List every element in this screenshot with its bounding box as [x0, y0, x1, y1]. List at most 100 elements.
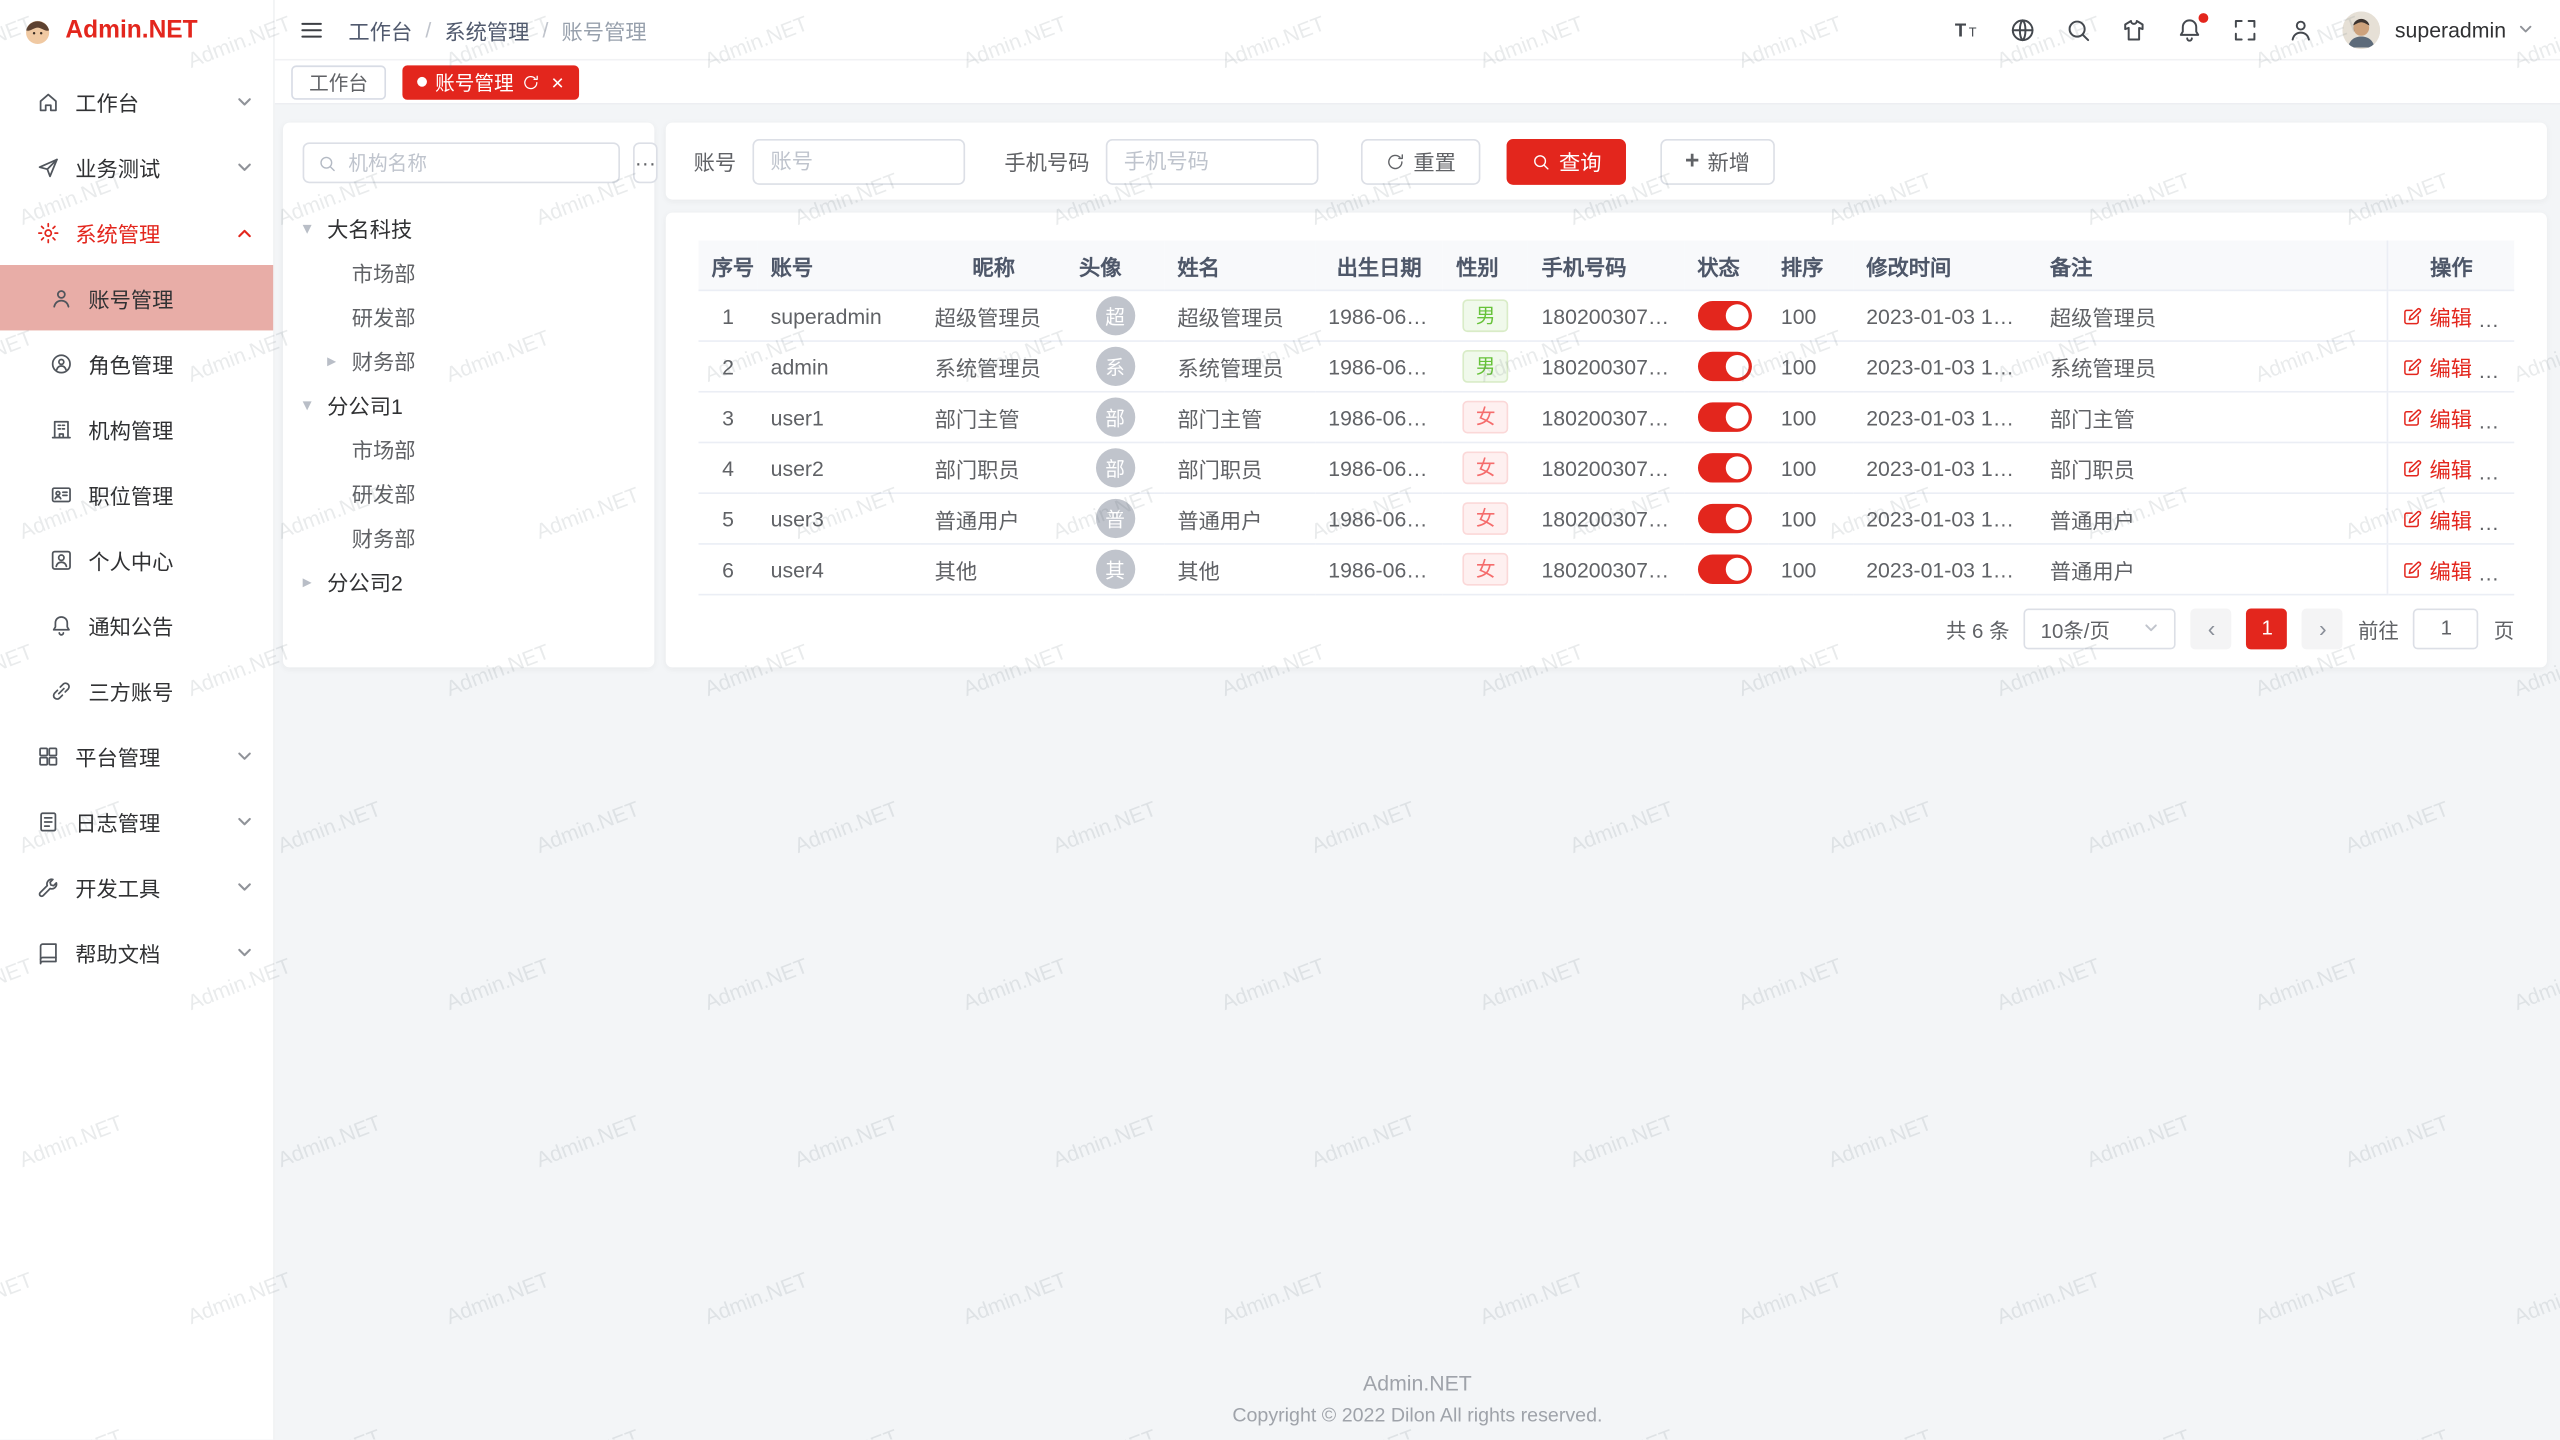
column-header[interactable]: 账号 [758, 240, 922, 290]
sidebar-item[interactable]: 机构管理 [0, 396, 273, 461]
org-search-input[interactable] [345, 150, 605, 176]
table-row[interactable]: 1 superadmin 超级管理员 超 超级管理员 1986-06-28 男 … [698, 290, 2514, 341]
reset-button[interactable]: 重置 [1361, 138, 1480, 184]
column-header[interactable]: 出生日期 [1315, 240, 1443, 290]
tree-caret-icon[interactable]: ▸ [327, 350, 352, 371]
status-toggle[interactable] [1697, 555, 1751, 584]
sidebar-item[interactable]: 三方账号 [0, 658, 273, 723]
edit-button[interactable]: 编辑 [2402, 503, 2472, 534]
column-header[interactable]: 状态 [1684, 240, 1768, 290]
tree-node[interactable]: 研发部 [303, 294, 635, 338]
tree-node[interactable]: 财务部 [303, 515, 635, 559]
table-row[interactable]: 2 admin 系统管理员 系 系统管理员 1986-06-28 男 18020… [698, 341, 2514, 392]
sidebar-item[interactable]: 角色管理 [0, 330, 273, 395]
tree-caret-icon[interactable]: ▸ [303, 571, 328, 592]
tree-caret-icon[interactable]: ▾ [303, 394, 328, 415]
tree-caret-icon[interactable]: ▾ [303, 218, 328, 239]
table-row[interactable]: 4 user2 部门职员 部 部门职员 1986-06-28 女 1802003… [698, 442, 2514, 493]
edit-button[interactable]: 编辑 [2402, 554, 2472, 585]
tree-node[interactable]: ▸ 财务部 [303, 339, 635, 383]
refresh-icon[interactable] [522, 73, 540, 91]
more-actions-button[interactable]: ··· [2494, 560, 2514, 585]
bell-icon[interactable] [2176, 16, 2204, 44]
edit-button[interactable]: 编辑 [2402, 452, 2472, 483]
language-icon[interactable] [2009, 16, 2037, 44]
more-actions-button[interactable]: ··· [2494, 307, 2514, 332]
column-header[interactable]: 修改时间 [1853, 240, 2037, 290]
tree-node[interactable]: ▾ 分公司1 [303, 383, 635, 427]
more-actions-button[interactable]: ··· [2494, 510, 2514, 535]
add-button[interactable]: + 新增 [1660, 138, 1774, 184]
prev-page-button[interactable]: ‹ [2191, 608, 2232, 649]
table-row[interactable]: 5 user3 普通用户 普 普通用户 1986-06-28 女 1802003… [698, 493, 2514, 544]
sidebar-item[interactable]: 工作台 [0, 69, 273, 134]
column-header[interactable]: 昵称 [922, 240, 1066, 290]
status-toggle[interactable] [1697, 301, 1751, 330]
sidebar-item[interactable]: 业务测试 [0, 134, 273, 199]
sidebar-item[interactable]: 个人中心 [0, 527, 273, 592]
column-header[interactable]: 头像 [1066, 240, 1164, 290]
status-toggle[interactable] [1697, 504, 1751, 533]
status-toggle[interactable] [1697, 402, 1751, 431]
edit-button[interactable]: 编辑 [2402, 300, 2472, 331]
breadcrumb-item[interactable]: 工作台 [348, 14, 412, 45]
more-actions-button[interactable]: ··· [2494, 408, 2514, 433]
account-input[interactable] [752, 138, 965, 184]
sidebar-item[interactable]: 平台管理 [0, 723, 273, 788]
column-header[interactable]: 序号 [698, 240, 757, 290]
status-toggle[interactable] [1697, 352, 1751, 381]
more-actions-button[interactable]: ··· [2494, 357, 2514, 382]
table-row[interactable]: 3 user1 部门主管 部 部门主管 1986-06-28 女 1802003… [698, 392, 2514, 443]
column-header[interactable]: 排序 [1768, 240, 1853, 290]
cell-nickname: 部门职员 [922, 442, 1066, 493]
sidebar-item[interactable]: 帮助文档 [0, 919, 273, 984]
logo-icon [21, 14, 54, 47]
more-actions-button[interactable]: ··· [2494, 459, 2514, 484]
column-header[interactable]: 性别 [1443, 240, 1528, 290]
column-header[interactable]: 操作 [2388, 240, 2514, 290]
sidebar-item[interactable]: 开发工具 [0, 854, 273, 919]
org-search-field[interactable] [303, 142, 620, 183]
next-page-button[interactable]: › [2302, 608, 2343, 649]
sidebar-item[interactable]: 职位管理 [0, 461, 273, 526]
edit-button[interactable]: 编辑 [2402, 351, 2472, 382]
text-size-icon[interactable]: TT [1953, 16, 1981, 44]
tree-node[interactable]: 研发部 [303, 471, 635, 515]
tab-workbench[interactable]: 工作台 [291, 65, 386, 99]
tab-account-management[interactable]: 账号管理 × [402, 65, 578, 99]
sidebar-item[interactable]: 通知公告 [0, 592, 273, 657]
column-header[interactable]: 备注 [2037, 240, 2388, 290]
sidebar-item[interactable]: 日志管理 [0, 788, 273, 853]
status-toggle[interactable] [1697, 453, 1751, 482]
sidebar-item[interactable]: 账号管理 [0, 265, 273, 330]
tree-node-label: 市场部 [352, 257, 416, 288]
column-header[interactable]: 姓名 [1164, 240, 1315, 290]
fullscreen-icon[interactable] [2231, 16, 2259, 44]
cell-gender: 女 [1443, 493, 1528, 544]
search-button[interactable]: 查询 [1507, 138, 1626, 184]
current-page-button[interactable]: 1 [2247, 608, 2288, 649]
tree-node[interactable]: 市场部 [303, 250, 635, 294]
sidebar-item[interactable]: 系统管理 [0, 200, 273, 265]
page-size-select[interactable]: 10条/页 [2024, 608, 2176, 649]
phone-input[interactable] [1106, 138, 1319, 184]
theme-icon[interactable] [2120, 16, 2148, 44]
menu-collapse-icon[interactable] [298, 16, 326, 44]
breadcrumb-item[interactable]: 系统管理 [444, 14, 529, 45]
close-icon[interactable]: × [551, 71, 563, 92]
edit-button[interactable]: 编辑 [2402, 402, 2472, 433]
table-row[interactable]: 6 user4 其他 其 其他 1986-06-28 女 18020030720 [698, 544, 2514, 595]
profile-icon[interactable] [2287, 16, 2315, 44]
tree-more-button[interactable]: ··· [633, 142, 658, 183]
logo[interactable]: Admin.NET [0, 0, 273, 61]
goto-page-input[interactable] [2414, 608, 2479, 649]
search-icon[interactable] [2064, 16, 2092, 44]
column-header[interactable]: 手机号码 [1528, 240, 1684, 290]
username[interactable]: superadmin [2395, 17, 2506, 42]
tree-node[interactable]: ▾ 大名科技 [303, 206, 635, 250]
tree-node[interactable]: ▸ 分公司2 [303, 559, 635, 603]
user-avatar[interactable] [2343, 11, 2381, 49]
user-menu-chevron-icon[interactable] [2517, 21, 2533, 37]
cell-nickname: 超级管理员 [922, 290, 1066, 341]
tree-node[interactable]: 市场部 [303, 427, 635, 471]
